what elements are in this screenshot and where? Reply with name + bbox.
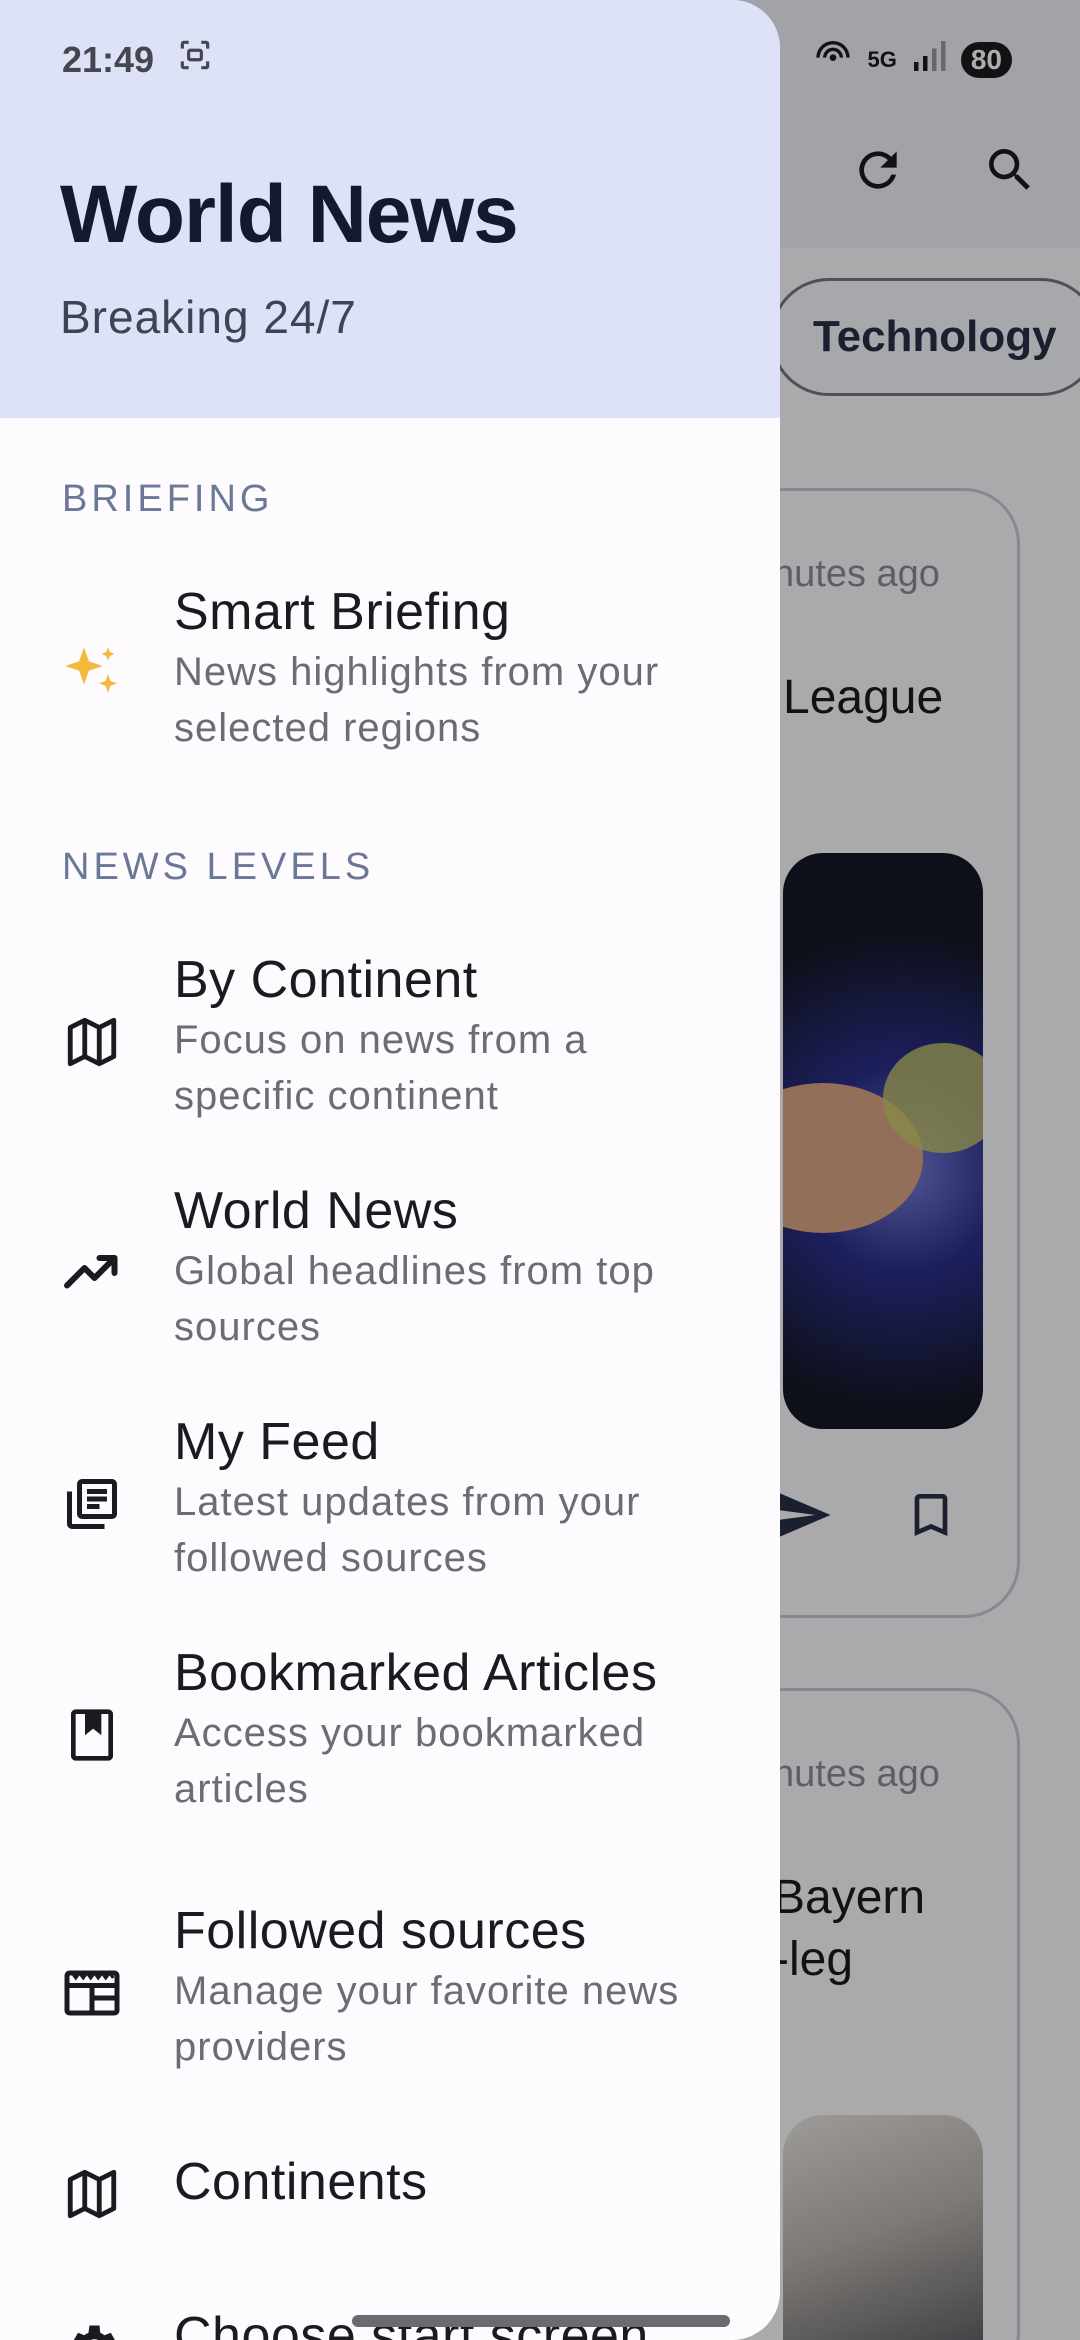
nav-item-bookmarked-articles[interactable]: Bookmarked Articles Access your bookmark… (0, 1641, 780, 1831)
nav-item-title: Followed sources (174, 1902, 587, 1960)
gesture-navigation-handle[interactable] (352, 2315, 730, 2327)
drawer-subtitle: Breaking 24/7 (60, 291, 357, 343)
nav-item-title: My Feed (174, 1413, 380, 1471)
nav-item-description: News highlights from your selected regio… (174, 650, 660, 750)
trending-up-icon (60, 1241, 124, 1305)
drawer-header: 21:49 World News Breaking 24/7 (0, 0, 780, 418)
nav-item-continents[interactable]: Continents (0, 2150, 780, 2260)
nav-item-description: Focus on news from a specific continent (174, 1018, 588, 1118)
nav-item-world-news[interactable]: World News Global headlines from top sou… (0, 1179, 780, 1369)
status-bar: 21:49 (62, 36, 214, 83)
nav-item-my-feed[interactable]: My Feed Latest updates from your followe… (0, 1410, 780, 1600)
nav-item-title: By Continent (174, 951, 478, 1009)
nav-item-description: Global headlines from top sources (174, 1249, 655, 1349)
map-icon (60, 1010, 124, 1074)
nav-item-title: World News (174, 1182, 459, 1240)
bookmark-book-icon (60, 1703, 124, 1767)
drawer-title: World News (60, 169, 519, 260)
nav-item-description: Access your bookmarked articles (174, 1711, 646, 1811)
section-label-news-levels: NEWS LEVELS (62, 846, 375, 888)
section-label-briefing: BRIEFING (62, 478, 274, 520)
navigation-drawer: 21:49 World News Breaking 24/7 BRIEFING … (0, 0, 780, 2340)
sparkles-icon (60, 642, 124, 706)
nav-item-followed-sources[interactable]: Followed sources Manage your favorite ne… (0, 1899, 780, 2089)
nav-item-description: Latest updates from your followed source… (174, 1480, 641, 1580)
status-time: 21:49 (62, 38, 155, 80)
settings-gear-icon (60, 2316, 124, 2340)
nav-item-title: Bookmarked Articles (174, 1644, 658, 1702)
nav-item-description: Manage your favorite news providers (174, 1969, 680, 2069)
nav-item-by-continent[interactable]: By Continent Focus on news from a specif… (0, 948, 780, 1138)
nav-item-title: Continents (174, 2153, 428, 2211)
feed-icon (60, 1472, 124, 1536)
nav-item-title: Smart Briefing (174, 583, 511, 641)
newspaper-icon (60, 1961, 124, 2025)
screenshot-icon (176, 36, 214, 83)
nav-item-smart-briefing[interactable]: Smart Briefing News highlights from your… (0, 580, 780, 770)
map-icon (60, 2162, 124, 2226)
